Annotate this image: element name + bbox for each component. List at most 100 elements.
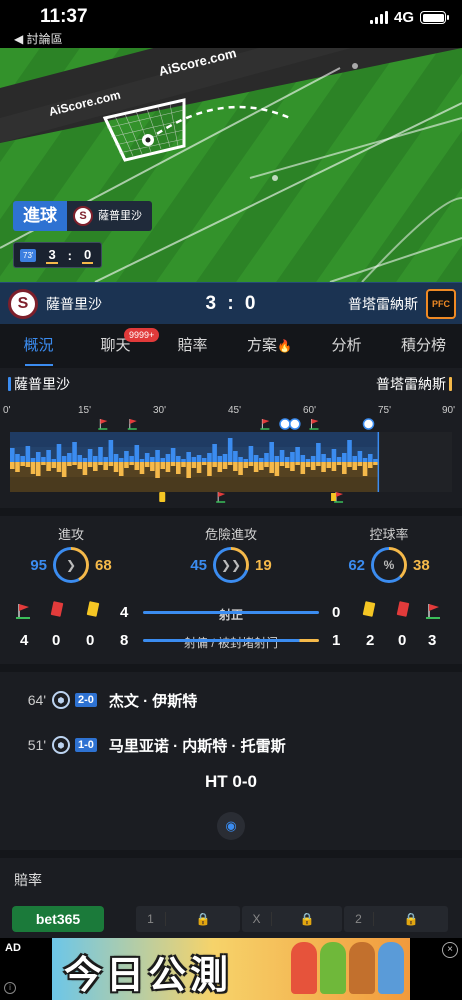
network-label: 4G <box>393 9 414 26</box>
tab-overview[interactable]: 概況 <box>0 324 77 368</box>
home-color-marker <box>8 377 11 391</box>
away-team-name[interactable]: 普塔雷納斯 <box>298 294 418 314</box>
event-minute: 51' <box>27 737 46 753</box>
home-pressure-bar <box>170 448 176 462</box>
odds-draw-cell[interactable]: X 🔒 <box>242 906 342 932</box>
pitch-away-score: 0 <box>82 246 94 264</box>
away-pressure-bar <box>316 462 321 466</box>
odds-section: 賠率 bet365 1 🔒 X 🔒 2 🔒 <box>0 858 462 938</box>
home-team-logo[interactable]: S <box>8 288 38 319</box>
tab-tips[interactable]: 方案🔥 <box>231 324 308 368</box>
timeline-tick: 15' <box>78 405 92 416</box>
home-pressure-bar <box>61 456 67 462</box>
away-pressure-bar <box>186 462 191 478</box>
goal-marker-icon <box>362 418 375 430</box>
away-yellow-count: 2 <box>366 632 375 649</box>
on-target-away: 0 <box>332 604 341 621</box>
match-momentum-timeline: 薩普里沙 普塔雷納斯 0' 15' 30' 45' 60' 75' 90' <box>0 368 462 508</box>
timeline-tick: 60' <box>303 405 317 416</box>
goal-ball-icon: ⬢ <box>52 736 70 754</box>
ad-creative[interactable]: 今日公測 <box>52 938 410 1000</box>
whistle-icon: ◉ <box>217 812 245 840</box>
away-pressure-bar <box>367 462 373 468</box>
lock-icon: 🔒 <box>299 912 315 926</box>
away-pressure-bar <box>352 462 357 470</box>
away-pressure-bar <box>30 462 36 474</box>
home-pressure-bar <box>264 453 269 462</box>
home-team-name[interactable]: 薩普里沙 <box>46 294 166 314</box>
away-team-logo[interactable]: PFC <box>426 288 456 319</box>
home-pressure-bar <box>51 459 57 462</box>
away-pressure-bar <box>196 462 202 473</box>
home-pressure-bar <box>316 443 321 462</box>
home-pressure-bar <box>253 455 259 462</box>
away-pressure-bar <box>144 462 150 467</box>
match-score: 3 : 0 <box>205 292 259 314</box>
home-pressure-bar <box>129 456 134 462</box>
timeline-away-name: 普塔雷納斯 <box>376 376 446 392</box>
off-target-bar <box>143 639 319 642</box>
event-item[interactable]: 64' ⬢ 2-0 杰文 · 伊斯特 <box>0 685 462 715</box>
stat-dangerous-home: 45 <box>190 556 207 574</box>
event-score: 1-0 <box>75 738 97 752</box>
away-pressure-bar <box>72 462 77 465</box>
away-pressure-bar <box>207 462 212 476</box>
goal-team: S 薩普里沙 <box>67 201 152 231</box>
away-pressure-bar <box>134 462 140 470</box>
match-scorebar: S 薩普里沙 3 : 0 普塔雷納斯 PFC <box>0 282 462 324</box>
odds-away-cell[interactable]: 2 🔒 <box>344 906 448 932</box>
ad-info-icon[interactable]: i <box>4 982 16 994</box>
event-player: 杰文 · 伊斯特 <box>108 692 198 710</box>
back-to-forum-link[interactable]: ◀ 討論區 <box>14 30 63 47</box>
ad-tag: AD <box>5 942 21 954</box>
home-pressure-bar <box>201 458 207 462</box>
timeline-home-name: 薩普里沙 <box>14 376 70 392</box>
odds-away-key: 2 <box>344 912 374 926</box>
home-pressure-bar <box>150 457 155 462</box>
away-pressure-bar <box>253 462 259 472</box>
home-pressure-bar <box>35 452 41 462</box>
event-item[interactable]: 51' ⬢ 1-0 马里亚诺 · 内斯特 · 托雷斯 <box>0 730 462 760</box>
home-pressure-bar <box>155 450 160 462</box>
home-corners-count: 4 <box>20 632 29 649</box>
away-pressure-bar <box>248 462 254 466</box>
on-target-home: 4 <box>120 604 129 621</box>
away-pressure-bar <box>217 462 223 472</box>
home-pressure-bar <box>284 457 290 462</box>
ad-close-button[interactable]: × <box>442 942 458 958</box>
odds-home-cell[interactable]: 1 🔒 <box>136 906 240 932</box>
away-pressure-bar <box>284 462 290 468</box>
home-pressure-bar <box>20 456 25 462</box>
tab-standings[interactable]: 積分榜 <box>385 324 462 368</box>
away-pressure-bar <box>279 462 285 466</box>
pitch-minute: 73' <box>20 248 37 262</box>
stat-attacks: 進攻 95 ❯ 68 <box>16 524 126 583</box>
home-pressure-bar <box>139 459 145 462</box>
away-pressure-bar <box>300 462 306 474</box>
away-pressure-bar <box>77 462 83 469</box>
event-score: 2-0 <box>75 693 97 707</box>
away-pressure-bar <box>129 462 134 465</box>
ad-banner[interactable]: AD 今日公測 i × <box>0 938 462 1000</box>
home-pressure-bar <box>326 458 332 462</box>
away-pressure-bar <box>98 462 103 465</box>
tab-odds[interactable]: 賠率 <box>154 324 231 368</box>
bet365-logo[interactable]: bet365 <box>12 906 104 932</box>
tab-analysis[interactable]: 分析 <box>308 324 385 368</box>
odds-title: 賠率 <box>14 872 42 888</box>
home-pressure-bar <box>290 452 295 462</box>
live-pitch-animation[interactable]: AiScore.com AiScore.com 進球 S 薩普里沙 73' 3 … <box>0 48 462 282</box>
clock: 11:37 <box>40 6 88 27</box>
away-pressure-bar <box>170 462 176 466</box>
off-target-label: 射偏 / 被封堵射门 <box>183 636 278 650</box>
away-pressure-bar <box>243 462 249 468</box>
away-pressure-bar <box>342 462 347 474</box>
corner-flag-marker-icon <box>218 492 226 497</box>
stat-possession-away: 38 <box>413 556 430 574</box>
match-events: 64' ⬢ 2-0 杰文 · 伊斯特 51' ⬢ 1-0 马里亚诺 · 内斯特 … <box>0 672 462 850</box>
on-target-label: 射正 <box>218 608 243 622</box>
corner-flag-marker-icon <box>311 419 319 424</box>
home-pressure-bar <box>212 444 217 462</box>
home-pressure-bar <box>196 455 202 462</box>
away-pressure-bar <box>118 462 124 476</box>
